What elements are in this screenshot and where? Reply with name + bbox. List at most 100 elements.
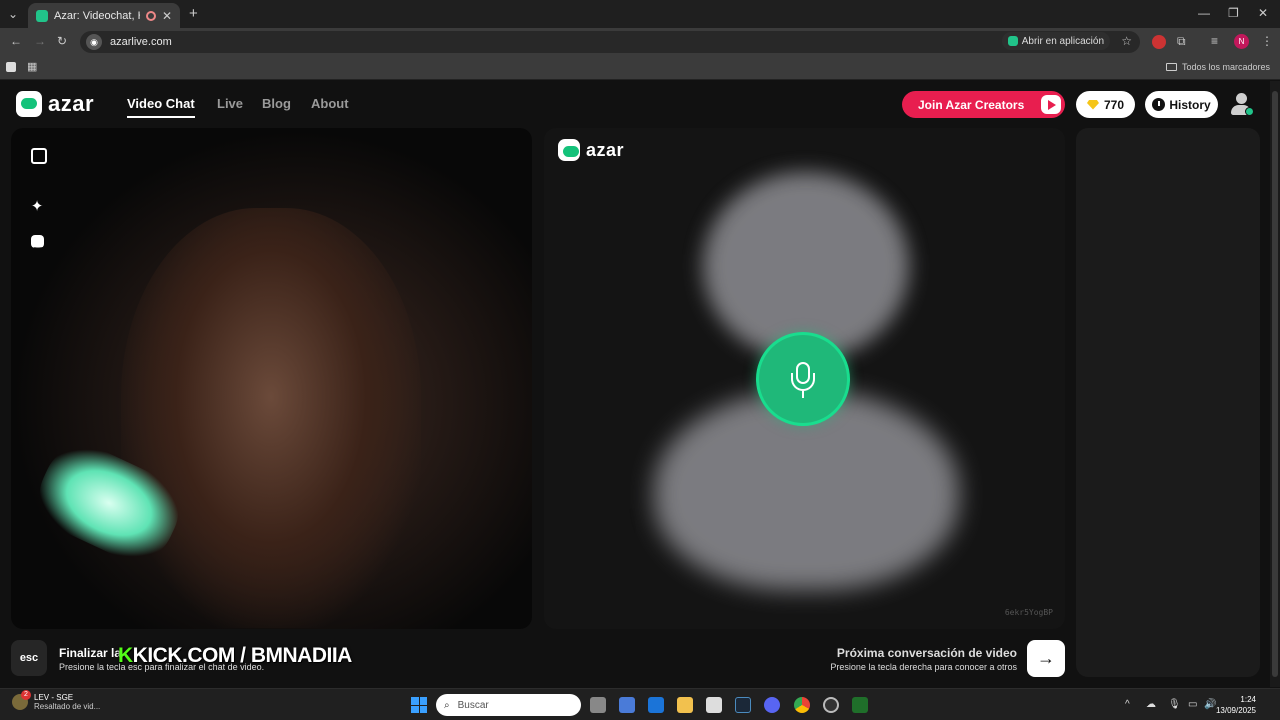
bookmark-page-icon[interactable] <box>6 62 16 72</box>
widget-icon: 2 <box>12 690 31 710</box>
search-placeholder: Buscar <box>457 699 489 711</box>
azar-logo-text: azar <box>48 91 95 116</box>
tab-list-icon[interactable]: ⌄ <box>8 7 18 21</box>
next-chat-title: Próxima conversación de video <box>836 646 1017 660</box>
media-control-icon[interactable]: ≡ <box>1211 34 1218 48</box>
browser-tab-active[interactable]: Azar: Videochat, Haz nuevo... ✕ <box>28 3 180 28</box>
arrow-right-icon: → <box>1037 648 1055 668</box>
all-bookmarks[interactable]: Todos los marcadores <box>1165 62 1270 72</box>
nav-about[interactable]: About <box>311 96 349 111</box>
search-icon: ⌕ <box>444 699 450 711</box>
photos-icon[interactable] <box>706 697 722 713</box>
kick-overlay: KKICK.COM / BMNADIIA <box>118 644 352 668</box>
remote-video: azar 6ekr5YogBP <box>544 128 1065 629</box>
end-chat-title: Finalizar la <box>59 646 122 660</box>
widgets-button[interactable]: 2 LEV - SGE Resaltado de vid... <box>12 690 101 711</box>
nav-live[interactable]: Live <box>217 96 243 111</box>
store-icon[interactable] <box>619 697 635 713</box>
site-info-icon[interactable]: ◉ <box>86 34 102 50</box>
obs-icon[interactable] <box>823 697 839 713</box>
nav-blog[interactable]: Blog <box>262 96 291 111</box>
clock-time: 1:24 <box>1240 695 1256 704</box>
widget-subtitle: Resaltado de vid... <box>34 702 101 711</box>
webcam-feed <box>121 208 421 628</box>
browser-tabbar: ⌄ Azar: Videochat, Haz nuevo... ✕ + — ❐ … <box>0 0 1280 28</box>
scrollbar-thumb[interactable] <box>1272 91 1278 677</box>
extensions-puzzle-icon[interactable]: ⧉ <box>1177 34 1186 49</box>
history-button[interactable]: History <box>1145 91 1218 118</box>
open-in-app-label: Abrir en aplicación <box>1021 35 1104 47</box>
taskbar-search[interactable]: ⌕ Buscar <box>436 694 581 716</box>
close-window-icon[interactable]: ✕ <box>1258 6 1268 20</box>
reload-icon[interactable]: ↻ <box>57 34 67 48</box>
all-bookmarks-label: Todos los marcadores <box>1181 62 1270 72</box>
onedrive-icon[interactable]: ☁ <box>1146 699 1156 710</box>
browser-toolbar: ← → ↻ ◉ azarlive.com Abrir en aplicación… <box>0 28 1280 56</box>
extension-icon[interactable] <box>1152 35 1166 49</box>
volume-icon[interactable]: 🔊 <box>1204 699 1216 710</box>
remote-azar-logo: azar <box>558 139 624 161</box>
kick-channel: KICK.COM / BMNADIIA <box>132 644 353 667</box>
next-chat-hint: Presione la tecla derecha para conocer a… <box>830 662 1017 672</box>
online-status-icon <box>1245 107 1254 116</box>
gems-count: 770 <box>1103 97 1125 112</box>
bookmarks-bar: ▦ Todos los marcadores <box>0 56 1280 80</box>
task-view-icon[interactable] <box>590 697 606 713</box>
tab-close-icon[interactable]: ✕ <box>162 9 172 23</box>
recording-icon <box>145 10 156 21</box>
back-icon[interactable]: ← <box>10 34 22 48</box>
file-explorer-icon[interactable] <box>677 697 693 713</box>
app-icon <box>1007 36 1018 46</box>
new-tab-icon[interactable]: + <box>189 5 198 22</box>
remote-user-id: 6ekr5YogBP <box>1004 608 1053 617</box>
menu-kebab-icon[interactable]: ⋮ <box>1261 34 1273 48</box>
chrome-icon[interactable] <box>794 697 810 713</box>
url-text: azarlive.com <box>110 36 172 48</box>
forward-icon[interactable]: → <box>34 34 46 48</box>
face-filter-icon[interactable] <box>31 235 44 252</box>
open-in-app-button[interactable]: Abrir en aplicación <box>1001 32 1110 50</box>
minimize-icon[interactable]: — <box>1198 6 1210 20</box>
mic-tray-icon[interactable]: 🎙 <box>1168 699 1181 710</box>
widget-badge: 2 <box>21 690 31 700</box>
tab-title: Azar: Videochat, Haz nuevo... <box>54 9 140 22</box>
outlook-icon[interactable] <box>648 697 664 713</box>
maximize-icon[interactable]: ❐ <box>1228 6 1239 20</box>
azar-favicon-icon <box>36 9 48 22</box>
page-scrollbar[interactable] <box>1270 81 1280 687</box>
microphone-icon <box>756 332 850 426</box>
azar-logo-mark-icon <box>16 91 42 117</box>
widget-title: LEV - SGE <box>34 693 74 702</box>
gem-icon <box>1086 99 1099 110</box>
join-creators-label: Join Azar Creators <box>918 97 1025 112</box>
profile-avatar[interactable]: N <box>1234 34 1249 49</box>
folder-icon <box>1165 63 1177 71</box>
play-icon <box>1041 95 1061 114</box>
kick-k: K <box>118 644 133 667</box>
bookmark-star-icon[interactable]: ☆ <box>1121 34 1132 48</box>
minimize-video-icon[interactable] <box>31 148 47 164</box>
sparkle-effects-icon[interactable]: ✦ <box>29 199 45 215</box>
address-bar[interactable]: ◉ azarlive.com Abrir en aplicación ☆ <box>80 31 1140 53</box>
local-video: ✦ <box>11 128 532 629</box>
system-clock[interactable]: 1:24 13/09/2025 <box>1216 694 1256 716</box>
steam-icon[interactable] <box>735 697 751 713</box>
tray-overflow-icon[interactable]: ^ <box>1125 699 1130 710</box>
next-chat-button[interactable]: → <box>1027 640 1065 677</box>
remote-logo-mark-icon <box>558 139 580 161</box>
nav-video-chat[interactable]: Video Chat <box>127 96 195 118</box>
start-windows-icon[interactable] <box>411 697 427 713</box>
azar-logo[interactable]: azar <box>16 91 94 117</box>
history-label: History <box>1169 97 1211 112</box>
app-launcher-icon[interactable] <box>852 697 868 713</box>
apps-grid-icon[interactable]: ▦ <box>27 60 37 73</box>
discord-icon[interactable] <box>764 697 780 713</box>
windows-taskbar: 2 LEV - SGE Resaltado de vid... ⌕ Buscar… <box>0 688 1280 720</box>
chat-side-panel <box>1076 128 1260 677</box>
network-icon[interactable]: ▭ <box>1188 699 1197 710</box>
user-avatar-icon[interactable] <box>1230 93 1254 117</box>
gems-balance-button[interactable]: 770 <box>1076 91 1135 118</box>
end-chat-button[interactable]: esc <box>11 640 47 676</box>
clock-icon <box>1152 98 1166 111</box>
join-creators-button[interactable]: Join Azar Creators <box>902 91 1065 118</box>
